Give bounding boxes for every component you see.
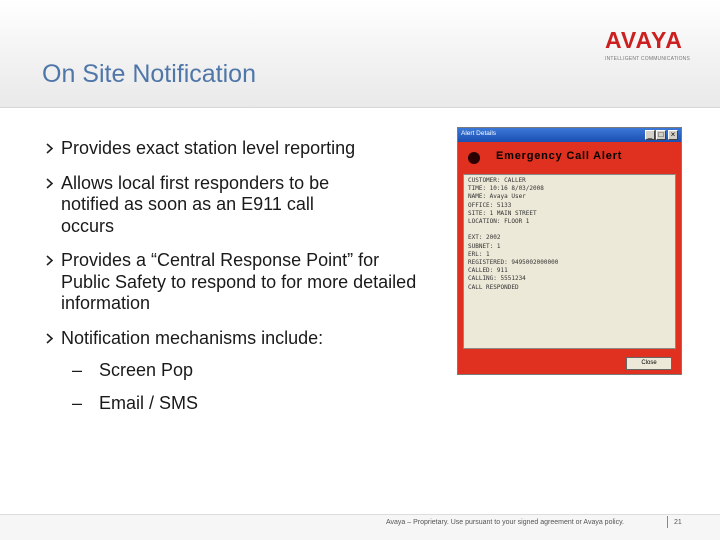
sub-bullet-item: – Email / SMS	[44, 392, 424, 414]
alert-detail-line: REGISTERED: 9495002000000	[468, 259, 559, 267]
header-divider	[0, 107, 720, 108]
dash-marker: –	[72, 393, 83, 413]
footer-disclaimer: Avaya – Proprietary. Use pursuant to you…	[386, 519, 624, 526]
logo-wordmark: AVAYA	[605, 27, 683, 53]
alert-detail-line: TIME: 10:16 8/03/2008	[468, 185, 544, 193]
triangle-bullet-icon	[46, 332, 54, 344]
alert-heading: Emergency Call Alert	[496, 150, 623, 162]
alert-details-window: Alert Details _ □ × Emergency Call Alert…	[457, 127, 682, 375]
dash-marker: –	[72, 360, 83, 380]
bullet-text: Allows local first responders to be noti…	[61, 172, 330, 236]
maximize-button[interactable]: □	[656, 130, 666, 140]
bullet-item: Provides a “Central Response Point” for …	[44, 250, 421, 315]
minimize-button[interactable]: _	[645, 130, 655, 140]
bullet-text: Provides a “Central Response Point” for …	[61, 250, 417, 313]
alert-detail-line: OFFICE: 5133	[468, 201, 512, 209]
triangle-bullet-icon	[46, 255, 54, 266]
footer-separator	[667, 516, 668, 528]
window-title-bar[interactable]: Alert Details _ □ ×	[458, 128, 681, 142]
triangle-bullet-icon	[46, 177, 54, 189]
window-title: Alert Details	[461, 130, 497, 137]
bullet-list: Provides exact station level reporting A…	[44, 138, 424, 425]
close-window-button[interactable]: ×	[668, 130, 678, 140]
close-button[interactable]: Close	[626, 357, 672, 370]
bullet-text: Provides exact station level reporting	[61, 138, 356, 158]
alert-detail-line: EXT: 2002	[468, 234, 501, 242]
triangle-bullet-icon	[46, 143, 54, 154]
alert-detail-line: ERL: 1	[468, 250, 490, 258]
alert-details-panel: CUSTOMER: CALLER TIME: 10:16 8/03/2008 NAM…	[463, 174, 676, 349]
alert-detail-line: CALLING: 5551234	[468, 275, 526, 283]
bullet-item: Provides exact station level reporting	[44, 138, 424, 160]
alert-detail-line: CALL RESPONDED	[468, 283, 519, 291]
sub-bullet-text: Email / SMS	[99, 393, 199, 413]
alert-detail-line: SITE: 1 MAIN STREET	[468, 209, 537, 217]
bullet-item: Notification mechanisms include:	[44, 328, 424, 350]
logo-tagline: INTELLIGENT COMMUNICATIONS	[605, 56, 691, 62]
alert-detail-line: SUBNET: 1	[468, 242, 501, 250]
alert-detail-line: LOCATION: FLOOR 1	[468, 218, 530, 226]
alert-icon	[468, 152, 480, 164]
alert-detail-line: CUSTOMER: CALLER	[468, 177, 526, 184]
alert-detail-line	[468, 226, 671, 234]
page-number: 21	[674, 519, 682, 526]
sub-bullet-item: – Screen Pop	[44, 359, 424, 381]
alert-detail-line: CALLED: 911	[468, 267, 508, 275]
bullet-item: Allows local first responders to be noti…	[44, 173, 331, 238]
alert-detail-line: NAME: Avaya User	[468, 193, 526, 201]
bullet-text: Notification mechanisms include:	[61, 327, 324, 348]
avaya-logo: AVAYA INTELLIGENT COMMUNICATIONS	[605, 27, 691, 62]
slide-title: On Site Notification	[42, 60, 256, 88]
sub-bullet-text: Screen Pop	[99, 360, 194, 380]
